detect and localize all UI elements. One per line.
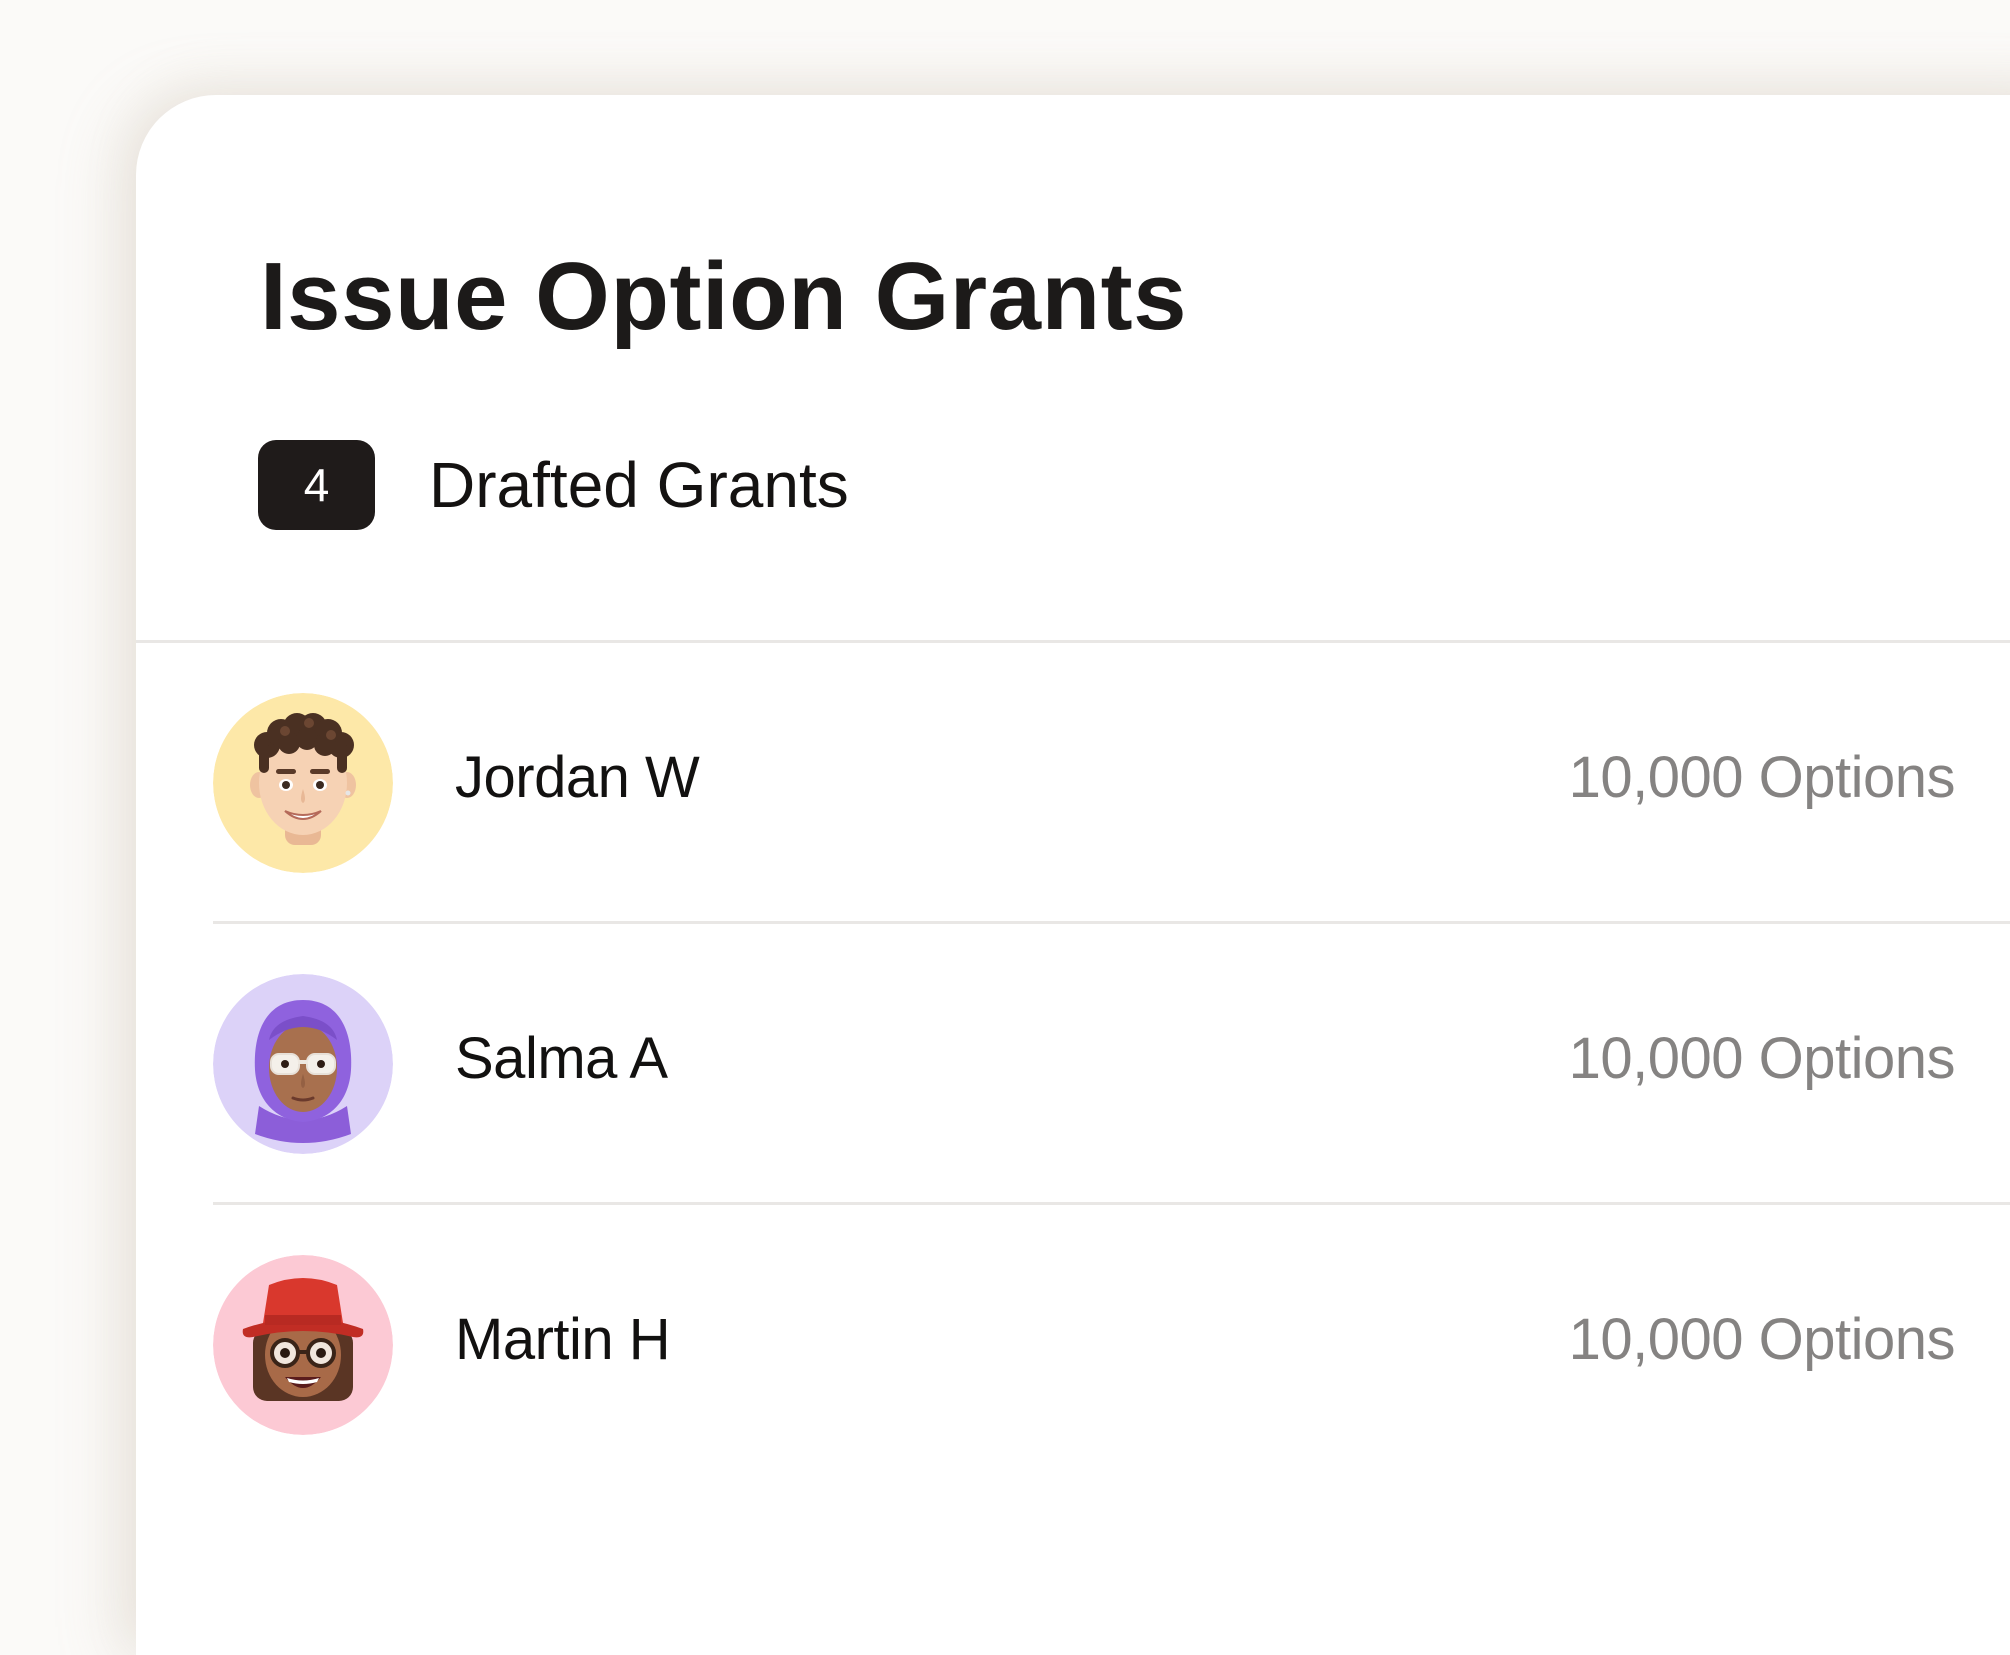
grant-amount: 10,000 Options xyxy=(1568,1026,1956,1091)
grant-row[interactable]: Martin H 10,000 Options xyxy=(213,1205,2010,1486)
page-title: Issue Option Grants xyxy=(260,243,1187,350)
grant-amount: 10,000 Options xyxy=(1568,745,1956,810)
drafted-grants-label: Drafted Grants xyxy=(429,449,849,521)
grantee-name: Salma A xyxy=(455,1026,668,1091)
grant-row[interactable]: Salma A 10,000 Options xyxy=(213,924,2010,1205)
grantee-name: Jordan W xyxy=(455,745,700,810)
grantee-name: Martin H xyxy=(455,1307,671,1372)
memoji-red-hat-icon xyxy=(213,1255,393,1435)
drafted-count-badge: 4 xyxy=(258,440,375,530)
grants-card: Issue Option Grants 4 Drafted Grants Jor… xyxy=(136,95,2010,1655)
memoji-curly-hair-icon xyxy=(213,693,393,873)
memoji-hijab-glasses-icon xyxy=(213,974,393,1154)
grant-row[interactable]: Jordan W 10,000 Options xyxy=(213,643,2010,924)
grant-amount: 10,000 Options xyxy=(1568,1307,1956,1372)
